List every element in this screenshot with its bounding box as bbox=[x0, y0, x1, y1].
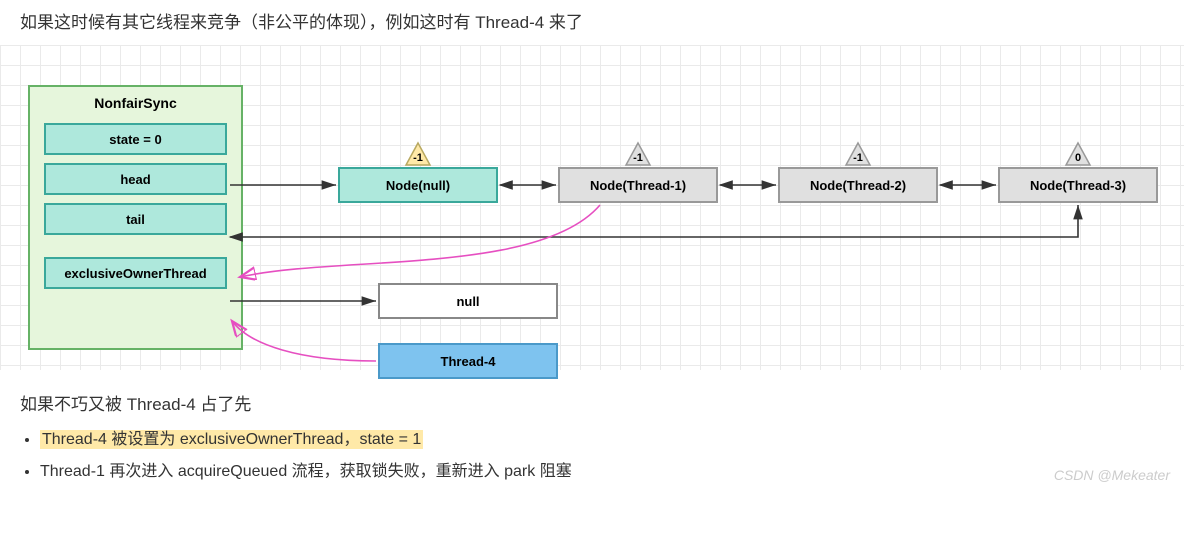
sync-title: NonfairSync bbox=[30, 87, 241, 115]
nonfair-sync-box: NonfairSync state = 0 head tail exclusiv… bbox=[28, 85, 243, 350]
diagram: NonfairSync state = 0 head tail exclusiv… bbox=[0, 45, 1184, 370]
badge-node-1: -1 bbox=[624, 141, 652, 167]
badge-node-1-value: -1 bbox=[633, 152, 643, 164]
node-thread-2: Node(Thread-2) bbox=[778, 167, 938, 203]
bullet-2: Thread-1 再次进入 acquireQueued 流程，获取锁失败，重新进… bbox=[40, 457, 1184, 481]
bullet-list: Thread-4 被设置为 exclusiveOwnerThread，state… bbox=[10, 425, 1184, 481]
node-owner-null: null bbox=[378, 283, 558, 319]
badge-node-2: -1 bbox=[844, 141, 872, 167]
field-owner: exclusiveOwnerThread bbox=[44, 257, 227, 289]
field-head: head bbox=[44, 163, 227, 195]
badge-node-2-value: -1 bbox=[853, 152, 863, 164]
watermark: CSDN @Mekeater bbox=[1054, 467, 1170, 483]
intro-text: 如果这时候有其它线程来竞争（非公平的体现），例如这时有 Thread-4 来了 bbox=[0, 0, 1184, 45]
field-tail: tail bbox=[44, 203, 227, 235]
node-thread-1: Node(Thread-1) bbox=[558, 167, 718, 203]
node-null: Node(null) bbox=[338, 167, 498, 203]
badge-node-null: -1 bbox=[404, 141, 432, 167]
bullet-1-text: Thread-4 被设置为 exclusiveOwnerThread，state… bbox=[40, 430, 423, 449]
bullet-1: Thread-4 被设置为 exclusiveOwnerThread，state… bbox=[40, 425, 1184, 449]
outro-text: 如果不巧又被 Thread-4 占了先 bbox=[0, 370, 1184, 417]
node-thread-3: Node(Thread-3) bbox=[998, 167, 1158, 203]
node-thread-4: Thread-4 bbox=[378, 343, 558, 379]
field-state: state = 0 bbox=[44, 123, 227, 155]
badge-node-3-value: 0 bbox=[1075, 152, 1081, 164]
badge-node-3: 0 bbox=[1064, 141, 1092, 167]
badge-node-null-value: -1 bbox=[413, 152, 423, 164]
